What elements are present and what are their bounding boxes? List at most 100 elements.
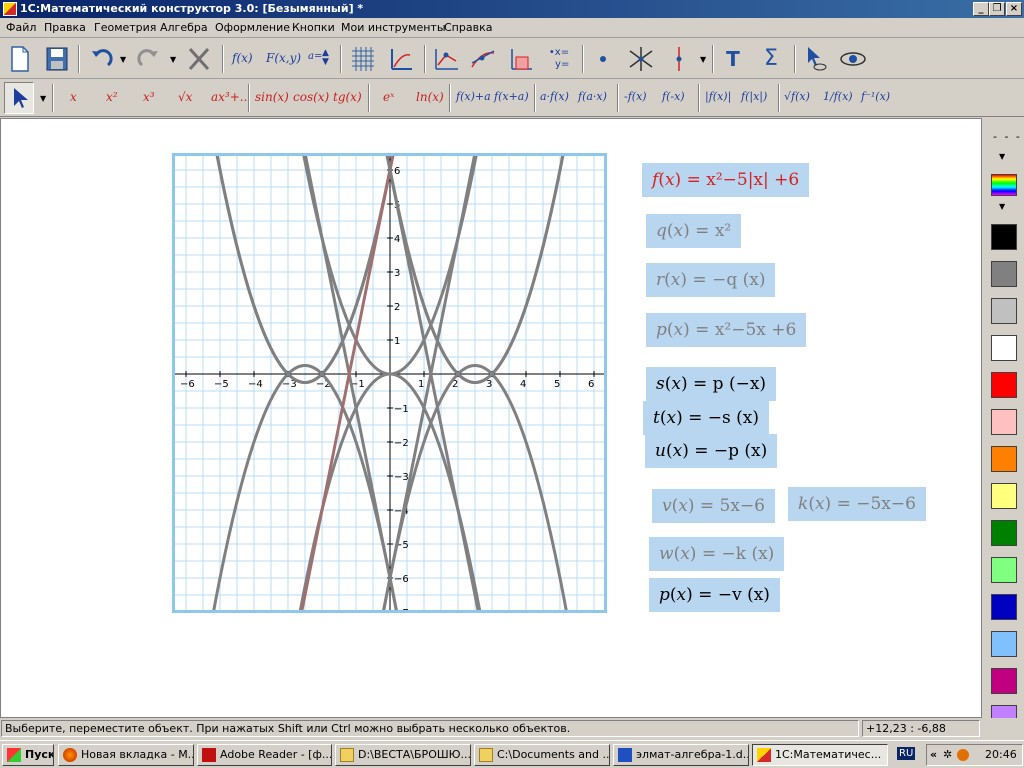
- transform-sqrt[interactable]: √f(x): [784, 90, 810, 103]
- template-tg[interactable]: tg(x): [333, 90, 362, 104]
- color-swatch[interactable]: [991, 372, 1017, 398]
- save-button[interactable]: [42, 43, 72, 75]
- parameter-button[interactable]: a=: [308, 51, 322, 62]
- transform-abs[interactable]: |f(x)|: [705, 90, 731, 103]
- transform-negate[interactable]: -f(x): [624, 90, 647, 103]
- grid-button[interactable]: [348, 43, 378, 75]
- coordinate-axes-button[interactable]: [386, 43, 416, 75]
- menu-format[interactable]: Оформление: [215, 21, 290, 34]
- template-sqrt[interactable]: √x: [178, 90, 192, 104]
- separator: [778, 84, 780, 112]
- task-folder-vesta[interactable]: D:\ВЕСТА\БРОШЮ...: [335, 744, 471, 766]
- transform-scale-x[interactable]: f(a·x): [578, 90, 607, 103]
- minimize-button[interactable]: _: [973, 2, 989, 16]
- color-picker-icon[interactable]: [991, 174, 1017, 196]
- menu-edit[interactable]: Правка: [44, 21, 86, 34]
- template-ln[interactable]: ln(x): [416, 90, 444, 104]
- restore-button[interactable]: ❐: [989, 2, 1005, 16]
- menu-algebra[interactable]: Алгебра: [160, 21, 208, 34]
- close-button[interactable]: ×: [1006, 2, 1022, 16]
- point-dropdown-icon[interactable]: ▼: [700, 55, 706, 64]
- color-swatch[interactable]: [991, 335, 1017, 361]
- color-swatch[interactable]: [991, 631, 1017, 657]
- language-indicator[interactable]: RU: [897, 747, 916, 760]
- formula-p2[interactable]: p(x) = −v (x): [649, 578, 780, 612]
- template-x[interactable]: x: [70, 90, 77, 104]
- formula-button[interactable]: Σ: [756, 43, 786, 75]
- template-sin[interactable]: sin(x): [255, 90, 289, 104]
- menu-my-tools[interactable]: Мои инструменты: [341, 21, 446, 34]
- formula-k[interactable]: k(x) = −5x−6: [788, 487, 926, 521]
- menu-buttons[interactable]: Кнопки: [292, 21, 335, 34]
- formula-s[interactable]: s(x) = p (−x): [646, 367, 777, 401]
- color-swatch[interactable]: [991, 520, 1017, 546]
- menu-file[interactable]: Файл: [6, 21, 36, 34]
- formula-u[interactable]: u(x) = −p (x): [645, 434, 778, 468]
- task-math-constructor[interactable]: 1С:Математичес...: [752, 744, 888, 766]
- transform-shift-y[interactable]: f(x)+a: [456, 90, 491, 103]
- start-button[interactable]: Пуск: [2, 744, 54, 766]
- transform-scale-y[interactable]: a·f(x): [540, 90, 569, 103]
- text-tool-button[interactable]: T: [718, 43, 748, 75]
- template-cos[interactable]: cos(x): [293, 90, 329, 104]
- task-adobe-reader[interactable]: Adobe Reader - [ф...: [197, 744, 332, 766]
- color-dropdown-icon[interactable]: ▼: [999, 202, 1005, 211]
- redo-button[interactable]: [134, 43, 164, 75]
- line-style-dropdown-icon[interactable]: ▼: [999, 152, 1005, 161]
- tray-star-icon[interactable]: ✲: [943, 745, 952, 765]
- function-fx-button[interactable]: f(x): [232, 51, 253, 65]
- color-swatch[interactable]: [991, 224, 1017, 250]
- transform-reciprocal[interactable]: 1/f(x): [823, 90, 853, 103]
- view-button[interactable]: [838, 43, 868, 75]
- point-tool-button[interactable]: [588, 43, 618, 75]
- point-coordinates-button[interactable]: •x= y=: [544, 43, 574, 75]
- graph-window[interactable]: −6−5−4−3−2−1123456654321−1−2−3−4−5−6−7: [168, 116, 612, 649]
- template-polynomial[interactable]: ax³+..: [211, 90, 247, 104]
- integral-area-button[interactable]: [506, 43, 536, 75]
- formula-f[interactable]: f(x) = x²−5|x| +6: [642, 163, 810, 197]
- point-on-line-button[interactable]: [664, 43, 694, 75]
- color-swatch[interactable]: [991, 261, 1017, 287]
- undo-button[interactable]: [86, 43, 116, 75]
- task-folder-documents[interactable]: C:\Documents and ...: [474, 744, 610, 766]
- template-exp[interactable]: eˣ: [383, 90, 394, 104]
- undo-dropdown-icon[interactable]: ▼: [120, 55, 126, 64]
- graph-canvas[interactable]: −6−5−4−3−2−1123456654321−1−2−3−4−5−6−7: [168, 116, 612, 649]
- color-swatch[interactable]: [991, 298, 1017, 324]
- formula-t[interactable]: t(x) = −s (x): [643, 401, 769, 435]
- function-fxy-button[interactable]: F(x,y): [266, 51, 301, 65]
- formula-v[interactable]: v(x) = 5x−6: [652, 489, 776, 523]
- new-document-button[interactable]: [4, 43, 34, 75]
- transform-inverse[interactable]: f⁻¹(x): [861, 90, 890, 103]
- color-swatch[interactable]: [991, 594, 1017, 620]
- template-x-squared[interactable]: x²: [106, 90, 118, 104]
- show-hide-button[interactable]: [800, 43, 830, 75]
- redo-dropdown-icon[interactable]: ▼: [170, 55, 176, 64]
- color-swatch[interactable]: [991, 409, 1017, 435]
- select-dropdown-icon[interactable]: ▼: [40, 94, 46, 103]
- tangent-button[interactable]: [468, 43, 498, 75]
- point-on-graph-button[interactable]: [432, 43, 462, 75]
- menu-geometry[interactable]: Геометрия: [94, 21, 156, 34]
- template-x-cubed[interactable]: x³: [143, 90, 155, 104]
- formula-q[interactable]: q(x) = x²: [646, 214, 742, 248]
- formula-w[interactable]: w(x) = −k (x): [649, 537, 785, 571]
- delete-button[interactable]: [184, 43, 214, 75]
- formula-p1[interactable]: p(x) = x²−5x +6: [646, 313, 807, 347]
- task-word[interactable]: элмат-алгебра-1.d...: [613, 744, 749, 766]
- select-tool-button[interactable]: [4, 82, 34, 114]
- transform-abs-arg[interactable]: f(|x|): [741, 90, 767, 103]
- tray-app-icon[interactable]: [957, 749, 969, 761]
- line-style-icon[interactable]: - - -: [993, 130, 1022, 143]
- color-swatch[interactable]: [991, 557, 1017, 583]
- color-swatch[interactable]: [991, 446, 1017, 472]
- transform-shift-x[interactable]: f(x+a): [494, 90, 529, 103]
- formula-r[interactable]: r(x) = −q (x): [646, 263, 776, 297]
- tray-expand-icon[interactable]: «: [930, 745, 937, 765]
- color-swatch[interactable]: [991, 483, 1017, 509]
- color-swatch[interactable]: [991, 668, 1017, 694]
- intersection-button[interactable]: [626, 43, 656, 75]
- transform-reflect-x[interactable]: f(-x): [662, 90, 685, 103]
- menu-help[interactable]: Справка: [444, 21, 492, 34]
- task-firefox[interactable]: Новая вкладка - M...: [58, 744, 194, 766]
